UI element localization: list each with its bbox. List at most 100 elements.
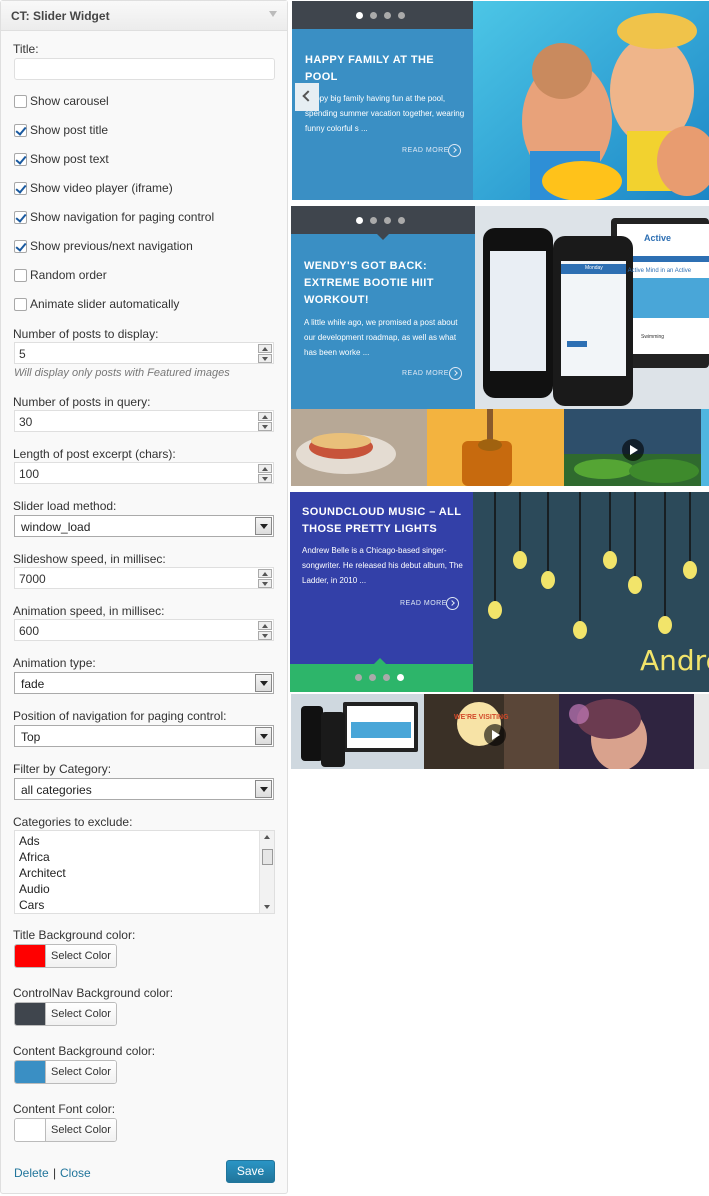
paging-dots[interactable]: [356, 12, 405, 19]
dot[interactable]: [370, 217, 377, 224]
checkbox-label[interactable]: Show post text: [30, 152, 109, 166]
play-icon[interactable]: [622, 439, 644, 461]
dot[interactable]: [398, 12, 405, 19]
filter-category-select[interactable]: all categories: [14, 778, 274, 800]
read-more-arrow-icon[interactable]: [446, 597, 459, 610]
checkbox[interactable]: [14, 182, 27, 195]
select-color-button[interactable]: Select Color: [46, 1061, 116, 1083]
checkbox[interactable]: [14, 298, 27, 311]
list-item[interactable]: Ads: [19, 834, 40, 848]
spin-down-icon[interactable]: [258, 474, 272, 483]
slideshow-speed-input[interactable]: 7000: [14, 567, 274, 589]
excerpt-input[interactable]: 100: [14, 462, 274, 484]
dot[interactable]: [355, 674, 362, 681]
posts-query-spinner[interactable]: [258, 412, 272, 431]
nav-position-select[interactable]: Top: [14, 725, 274, 747]
scroll-down-icon[interactable]: [264, 905, 270, 909]
list-scrollbar[interactable]: [259, 831, 274, 913]
read-more-link[interactable]: READ MORE: [400, 600, 447, 607]
read-more-arrow-icon[interactable]: [448, 144, 461, 157]
checkbox[interactable]: [14, 95, 27, 108]
checkbox[interactable]: [14, 240, 27, 253]
checkbox[interactable]: [14, 124, 27, 137]
close-link[interactable]: Close: [60, 1166, 91, 1180]
dot[interactable]: [384, 12, 391, 19]
checkbox-label[interactable]: Animate slider automatically: [30, 297, 179, 311]
select-color-button[interactable]: Select Color: [46, 945, 116, 967]
list-item[interactable]: Cars: [19, 898, 44, 912]
animation-type-select[interactable]: fade: [14, 672, 274, 694]
list-item[interactable]: Africa: [19, 850, 50, 864]
spin-down-icon[interactable]: [258, 354, 272, 363]
thumb-portrait[interactable]: [559, 694, 694, 769]
color-picker[interactable]: Select Color: [14, 1060, 117, 1084]
color-picker[interactable]: Select Color: [14, 1118, 117, 1142]
dot[interactable]: [356, 12, 363, 19]
dot[interactable]: [397, 674, 404, 681]
checkbox-label[interactable]: Random order: [30, 268, 107, 282]
read-more-link[interactable]: READ MORE: [402, 370, 449, 377]
delete-link[interactable]: Delete: [14, 1166, 49, 1180]
posts-display-spinner[interactable]: [258, 344, 272, 363]
excerpt-spinner[interactable]: [258, 464, 272, 483]
checkbox-label[interactable]: Show navigation for paging control: [30, 210, 214, 224]
scroll-thumb[interactable]: [262, 849, 273, 865]
previous-slide-button[interactable]: [295, 83, 319, 111]
posts-query-input[interactable]: 30: [14, 410, 274, 432]
color-swatch[interactable]: [15, 1061, 46, 1083]
dot[interactable]: [370, 12, 377, 19]
checkbox[interactable]: [14, 153, 27, 166]
select-color-button[interactable]: Select Color: [46, 1003, 116, 1025]
dot[interactable]: [398, 217, 405, 224]
dot[interactable]: [356, 217, 363, 224]
color-swatch[interactable]: [15, 945, 46, 967]
spin-up-icon[interactable]: [258, 569, 272, 578]
spin-down-icon[interactable]: [258, 422, 272, 431]
dot[interactable]: [369, 674, 376, 681]
paging-dots[interactable]: [355, 674, 404, 681]
exclude-categories-list[interactable]: Ads Africa Architect Audio Cars: [14, 830, 275, 914]
load-method-select[interactable]: window_load: [14, 515, 274, 537]
save-button[interactable]: Save: [226, 1160, 275, 1183]
thumb-partial[interactable]: [701, 409, 709, 486]
spin-down-icon[interactable]: [258, 579, 272, 588]
widget-header[interactable]: CT: Slider Widget: [1, 1, 287, 31]
thumb-devices[interactable]: [291, 694, 424, 769]
read-more-link[interactable]: READ MORE: [402, 147, 449, 154]
read-more-arrow-icon[interactable]: [449, 367, 462, 380]
paging-dots[interactable]: [356, 217, 405, 224]
checkbox-label[interactable]: Show previous/next navigation: [30, 239, 193, 253]
thumb-honey[interactable]: [427, 409, 564, 486]
dot[interactable]: [384, 217, 391, 224]
posts-display-input[interactable]: 5: [14, 342, 274, 364]
dropdown-arrow-icon[interactable]: [255, 517, 272, 535]
dropdown-arrow-icon[interactable]: [255, 780, 272, 798]
checkbox[interactable]: [14, 269, 27, 282]
select-color-button[interactable]: Select Color: [46, 1119, 116, 1141]
spin-up-icon[interactable]: [258, 464, 272, 473]
checkbox[interactable]: [14, 211, 27, 224]
color-picker[interactable]: Select Color: [14, 944, 117, 968]
play-icon[interactable]: [484, 724, 506, 746]
dropdown-arrow-icon[interactable]: [255, 674, 272, 692]
dot[interactable]: [383, 674, 390, 681]
collapse-arrow-icon[interactable]: [269, 11, 277, 17]
spin-up-icon[interactable]: [258, 621, 272, 630]
title-input[interactable]: [14, 58, 275, 80]
slideshow-speed-spinner[interactable]: [258, 569, 272, 588]
thumb-partial[interactable]: [694, 694, 709, 769]
color-swatch[interactable]: [15, 1119, 46, 1141]
thumb-landscape[interactable]: [564, 409, 701, 486]
spin-up-icon[interactable]: [258, 344, 272, 353]
checkbox-label[interactable]: Show video player (iframe): [30, 181, 173, 195]
dropdown-arrow-icon[interactable]: [255, 727, 272, 745]
list-item[interactable]: Architect: [19, 866, 66, 880]
color-swatch[interactable]: [15, 1003, 46, 1025]
checkbox-label[interactable]: Show carousel: [30, 94, 109, 108]
list-item[interactable]: Audio: [19, 882, 50, 896]
thumb-food[interactable]: [291, 409, 427, 486]
checkbox-label[interactable]: Show post title: [30, 123, 108, 137]
thumb-visiting[interactable]: WE'RE VISITING: [424, 694, 559, 769]
color-picker[interactable]: Select Color: [14, 1002, 117, 1026]
scroll-up-icon[interactable]: [264, 835, 270, 839]
